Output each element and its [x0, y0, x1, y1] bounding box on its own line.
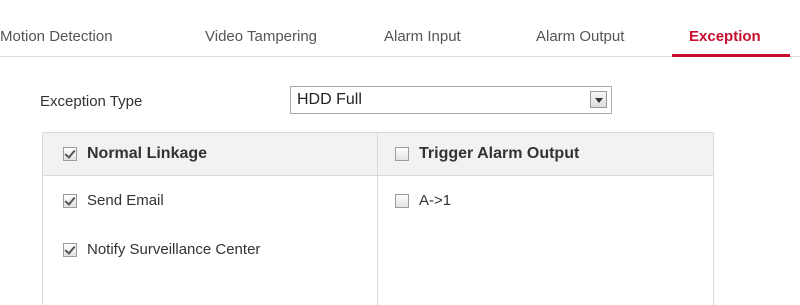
exception-type-label: Exception Type [40, 93, 143, 110]
alarm-output-a1-label: A->1 [419, 192, 452, 209]
alarm-output-a1-option: A->1 [395, 192, 451, 209]
send-email-label: Send Email [87, 192, 164, 209]
tab-alarm-input[interactable]: Alarm Input [384, 28, 461, 45]
tab-exception[interactable]: Exception [689, 28, 761, 45]
tab-video-tampering[interactable]: Video Tampering [205, 28, 317, 45]
exception-type-select[interactable]: HDD Full [290, 86, 612, 114]
normal-linkage-header: Normal Linkage [63, 145, 207, 163]
send-email-checkbox[interactable] [63, 193, 77, 208]
send-email-option: Send Email [63, 192, 164, 209]
exception-type-value: HDD Full [297, 91, 362, 108]
notify-surveillance-center-checkbox[interactable] [63, 242, 77, 257]
normal-linkage-label: Normal Linkage [87, 145, 208, 162]
trigger-alarm-output-header: Trigger Alarm Output [395, 145, 579, 163]
tab-bar: Motion Detection Video Tampering Alarm I… [0, 0, 800, 57]
normal-linkage-checkbox[interactable] [63, 147, 77, 161]
trigger-alarm-output-label: Trigger Alarm Output [419, 145, 580, 162]
notify-surveillance-center-option: Notify Surveillance Center [63, 241, 260, 258]
notify-surveillance-center-label: Notify Surveillance Center [87, 241, 261, 258]
tab-alarm-output[interactable]: Alarm Output [536, 28, 624, 45]
tab-motion-detection[interactable]: Motion Detection [0, 28, 113, 45]
column-divider [377, 133, 378, 305]
trigger-alarm-output-checkbox[interactable] [395, 147, 409, 161]
alarm-output-a1-checkbox[interactable] [395, 193, 409, 208]
chevron-down-icon[interactable] [590, 91, 607, 108]
linkage-table: Normal Linkage Send Email Notify Surveil… [42, 132, 714, 305]
active-tab-indicator [672, 54, 790, 57]
exception-settings-page: Motion Detection Video Tampering Alarm I… [0, 0, 800, 305]
